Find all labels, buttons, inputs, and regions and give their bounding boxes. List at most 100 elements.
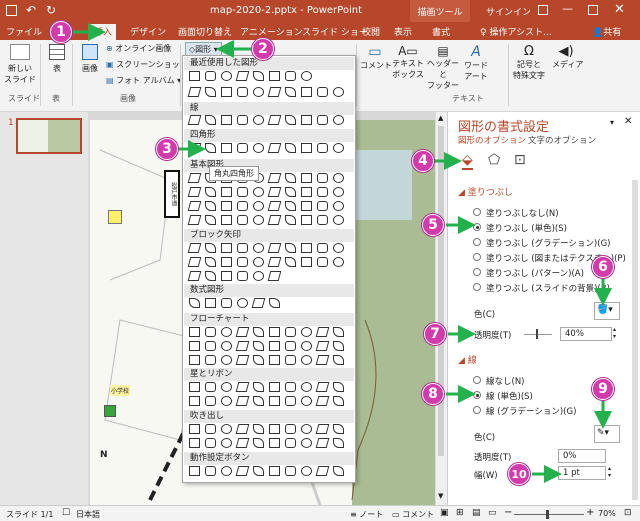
shape-option[interactable] — [285, 143, 296, 153]
tab-insert[interactable]: 挿入 — [90, 24, 117, 40]
shape-option[interactable] — [237, 201, 248, 211]
tab-review[interactable]: 校閲 — [362, 25, 380, 38]
shape-option[interactable] — [189, 355, 200, 365]
shape-option[interactable] — [205, 243, 216, 253]
shape-option[interactable] — [189, 382, 200, 392]
shape-option[interactable] — [187, 173, 202, 183]
shape-option[interactable] — [269, 396, 280, 406]
shape-option[interactable] — [253, 257, 264, 267]
fill-none-radio[interactable] — [473, 208, 481, 216]
slideshow-view-icon[interactable]: ▭ — [488, 508, 497, 518]
shape-option[interactable] — [187, 115, 202, 125]
shape-option[interactable] — [237, 215, 248, 225]
fill-pattern-radio[interactable] — [473, 268, 481, 276]
line-solid-radio[interactable] — [473, 391, 481, 399]
shape-option[interactable] — [317, 215, 328, 225]
size-properties-icon[interactable]: ⊡ — [514, 152, 526, 168]
shape-option[interactable] — [189, 71, 200, 81]
fill-picture-radio[interactable] — [473, 253, 481, 261]
shape-option[interactable] — [251, 298, 266, 308]
fill-line-icon[interactable]: ⬙ — [462, 152, 473, 170]
shape-option[interactable] — [301, 173, 312, 183]
shape-option[interactable] — [333, 382, 344, 392]
shape-option[interactable] — [187, 187, 202, 197]
shape-option[interactable] — [253, 143, 264, 153]
slide-thumbnail[interactable] — [16, 118, 82, 154]
tab-animations[interactable]: アニメーション — [240, 25, 303, 38]
shape-option[interactable] — [189, 396, 200, 406]
tab-design[interactable]: デザイン — [130, 25, 166, 38]
shape-option[interactable] — [315, 424, 330, 434]
comment-button[interactable]: ▭ コメント — [360, 44, 392, 71]
shape-option[interactable] — [205, 201, 216, 211]
shape-option[interactable] — [235, 327, 250, 337]
new-slide-button[interactable]: 新しい スライド — [4, 44, 36, 85]
shape-option[interactable] — [253, 87, 264, 97]
shape-option[interactable] — [285, 187, 296, 197]
tab-text-options[interactable]: 文字のオプション — [528, 134, 596, 146]
shape-option[interactable] — [221, 143, 232, 153]
shape-option[interactable] — [269, 355, 280, 365]
shape-option[interactable] — [205, 271, 216, 281]
transparency-slider-thumb[interactable] — [536, 329, 538, 339]
shape-option[interactable] — [253, 424, 264, 434]
shape-option[interactable] — [189, 438, 200, 448]
shape-option[interactable] — [285, 327, 296, 337]
reading-view-icon[interactable]: ▤ — [472, 508, 481, 518]
shape-option[interactable] — [269, 382, 280, 392]
undo-icon[interactable]: ↶ — [26, 3, 36, 17]
shape-option[interactable] — [267, 215, 282, 225]
shape-option[interactable] — [315, 466, 330, 476]
shape-option[interactable] — [187, 257, 202, 267]
zoom-in-icon[interactable]: + — [586, 507, 594, 518]
shape-option[interactable] — [301, 257, 312, 267]
fill-color-button[interactable]: 🪣▾ — [594, 302, 620, 320]
shape-option[interactable] — [235, 438, 250, 448]
shape-option[interactable] — [205, 327, 216, 337]
shape-option[interactable] — [315, 438, 330, 448]
transparency-slider[interactable] — [524, 334, 552, 335]
shape-option[interactable] — [333, 327, 344, 337]
shape-option[interactable] — [267, 115, 282, 125]
shape-option[interactable] — [253, 187, 264, 197]
shape-option[interactable] — [237, 243, 248, 253]
zoom-slider[interactable] — [514, 514, 584, 515]
shape-option[interactable] — [333, 466, 344, 476]
shape-option[interactable] — [205, 396, 216, 406]
shape-option[interactable] — [237, 298, 248, 308]
shape-option[interactable] — [301, 87, 312, 97]
shape-option[interactable] — [333, 215, 344, 225]
shape-option[interactable] — [333, 355, 344, 365]
maximize-icon[interactable] — [588, 5, 598, 15]
shape-option[interactable] — [253, 466, 264, 476]
zoom-slider-thumb[interactable] — [546, 510, 549, 519]
header-footer-button[interactable]: ▤ ヘッダーと フッター — [426, 44, 460, 91]
pentagon-icon[interactable]: ⬠ — [488, 152, 500, 168]
shape-option[interactable] — [205, 257, 216, 267]
shape-option[interactable] — [285, 115, 296, 125]
shape-option[interactable] — [221, 115, 232, 125]
shape-option[interactable] — [333, 87, 344, 97]
shape-option[interactable] — [301, 355, 312, 365]
shape-option[interactable] — [285, 173, 296, 183]
shape-option[interactable] — [301, 424, 312, 434]
shape-option[interactable] — [237, 115, 248, 125]
pane-scrollbar[interactable] — [632, 180, 638, 500]
shape-option[interactable] — [285, 341, 296, 351]
shape-option[interactable] — [333, 341, 344, 351]
shape-option[interactable] — [221, 257, 232, 267]
shape-option[interactable] — [221, 298, 232, 308]
shape-option[interactable] — [317, 115, 328, 125]
save-icon[interactable] — [6, 5, 17, 16]
shape-option[interactable] — [253, 355, 264, 365]
shape-option[interactable] — [205, 187, 216, 197]
shape-option[interactable] — [221, 382, 232, 392]
shape-option[interactable] — [301, 327, 312, 337]
shape-option[interactable] — [333, 396, 344, 406]
shape-option[interactable] — [205, 115, 216, 125]
shape-option[interactable] — [237, 271, 248, 281]
symbols-button[interactable]: Ω 記号と 特殊文字 — [512, 44, 546, 81]
ribbon-display-icon[interactable] — [538, 5, 548, 15]
shape-option[interactable] — [267, 257, 282, 267]
shape-option[interactable] — [333, 257, 344, 267]
